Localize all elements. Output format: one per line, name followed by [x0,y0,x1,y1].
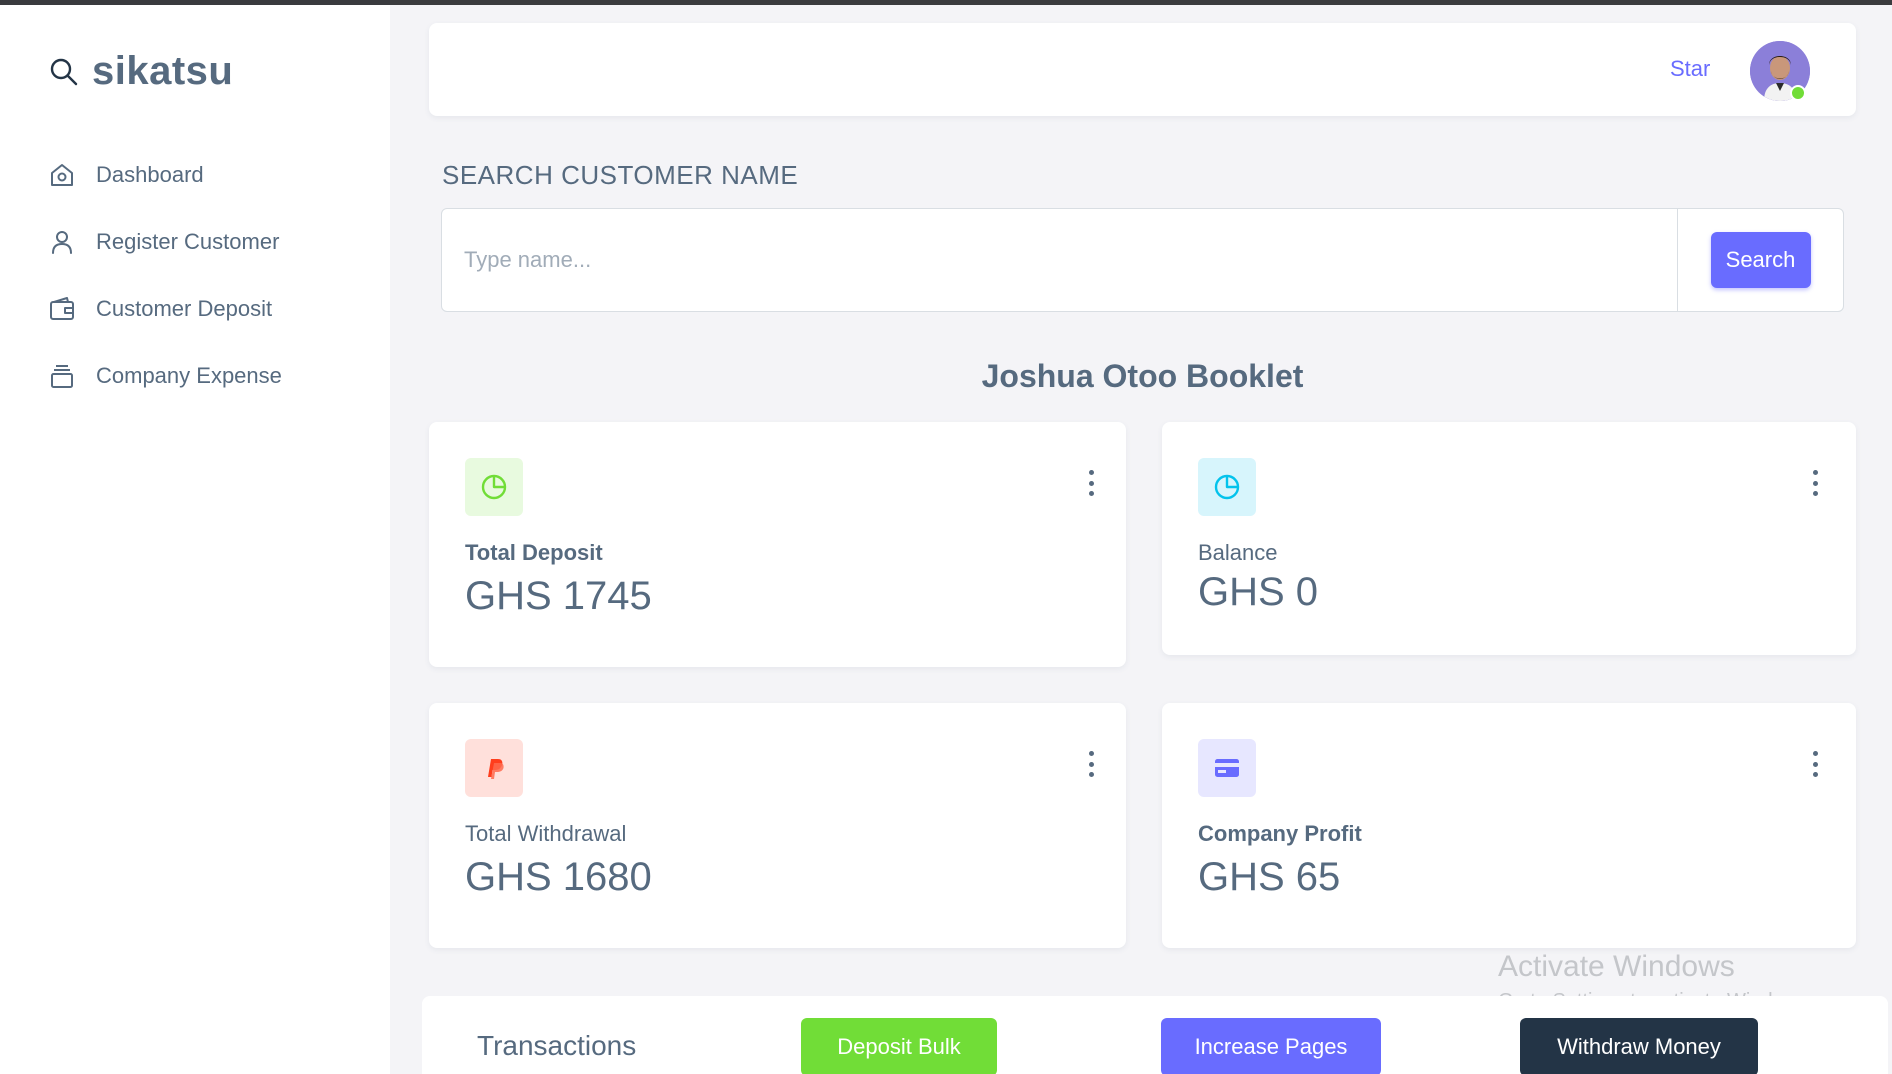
wallet-icon [50,296,74,320]
home-icon [51,163,73,186]
search-heading: SEARCH CUSTOMER NAME [442,160,799,190]
watermark-title: Activate Windows [1498,950,1735,983]
sidebar-menu: Dashboard Register Customer Customer Dep… [48,141,282,409]
card-value: GHS 65 [1198,855,1341,899]
page-title: Joshua Otoo Booklet [981,358,1304,394]
sidebar-item-customer-deposit[interactable]: Customer Deposit [48,275,282,342]
stat-card-company-profit: Company Profit GHS 65 [1162,703,1856,948]
card-icon-wrap [465,458,523,516]
transactions-title: Transactions [477,1030,637,1061]
stack-icon [51,364,73,388]
sidebar-item-label: Register Customer [96,228,280,254]
more-options-icon[interactable] [1081,751,1101,777]
pie-chart-icon [1214,474,1240,500]
more-options-icon[interactable] [1805,751,1825,777]
user-icon [52,230,72,254]
transactions-bar: Transactions Deposit Bulk Increase Pages… [422,996,1888,1074]
deposit-bulk-button[interactable]: Deposit Bulk [801,1018,997,1074]
sidebar-item-label: Customer Deposit [96,295,273,321]
card-value: GHS 1680 [465,855,652,899]
more-options-icon[interactable] [1805,470,1825,496]
stat-card-balance: Balance GHS 0 [1162,422,1856,655]
search-button[interactable]: Search [1710,232,1811,288]
increase-pages-button[interactable]: Increase Pages [1161,1018,1381,1074]
card-label: Balance [1198,540,1278,565]
sidebar-item-dashboard[interactable]: Dashboard [48,141,282,208]
stat-card-total-withdrawal: Total Withdrawal GHS 1680 [429,703,1126,948]
card-label: Total Withdrawal [465,821,627,846]
search-group: Search [441,208,1844,312]
search-button-wrap: Search [1677,209,1843,311]
brand-name: sikatsu [92,49,234,93]
sidebar-item-label: Company Expense [96,362,282,388]
search-input[interactable] [442,209,1677,311]
sidebar-item-register-customer[interactable]: Register Customer [48,208,282,275]
star-link[interactable]: Star [1670,56,1710,82]
sidebar-item-company-expense[interactable]: Company Expense [48,342,282,409]
card-value: GHS 1745 [465,574,652,618]
brand[interactable]: sikatsu [48,49,233,94]
top-navbar: Star [429,23,1856,116]
card-icon-wrap [465,739,523,797]
withdraw-money-button[interactable]: Withdraw Money [1520,1018,1758,1074]
credit-card-icon [1215,759,1239,777]
card-label: Total Deposit [465,540,603,565]
card-value: GHS 0 [1198,570,1319,614]
card-icon-wrap [1198,458,1256,516]
sidebar-item-label: Dashboard [96,161,204,187]
stat-card-total-deposit: Total Deposit GHS 1745 [429,422,1126,667]
card-icon-wrap [1198,739,1256,797]
more-options-icon[interactable] [1081,470,1101,496]
card-label: Company Profit [1198,821,1362,846]
pie-chart-icon [481,474,507,500]
paypal-icon [488,759,504,779]
sidebar: sikatsu Dashboard Register Customer Cust… [0,5,390,1074]
online-status-dot [1790,85,1806,101]
search-icon [50,58,78,85]
